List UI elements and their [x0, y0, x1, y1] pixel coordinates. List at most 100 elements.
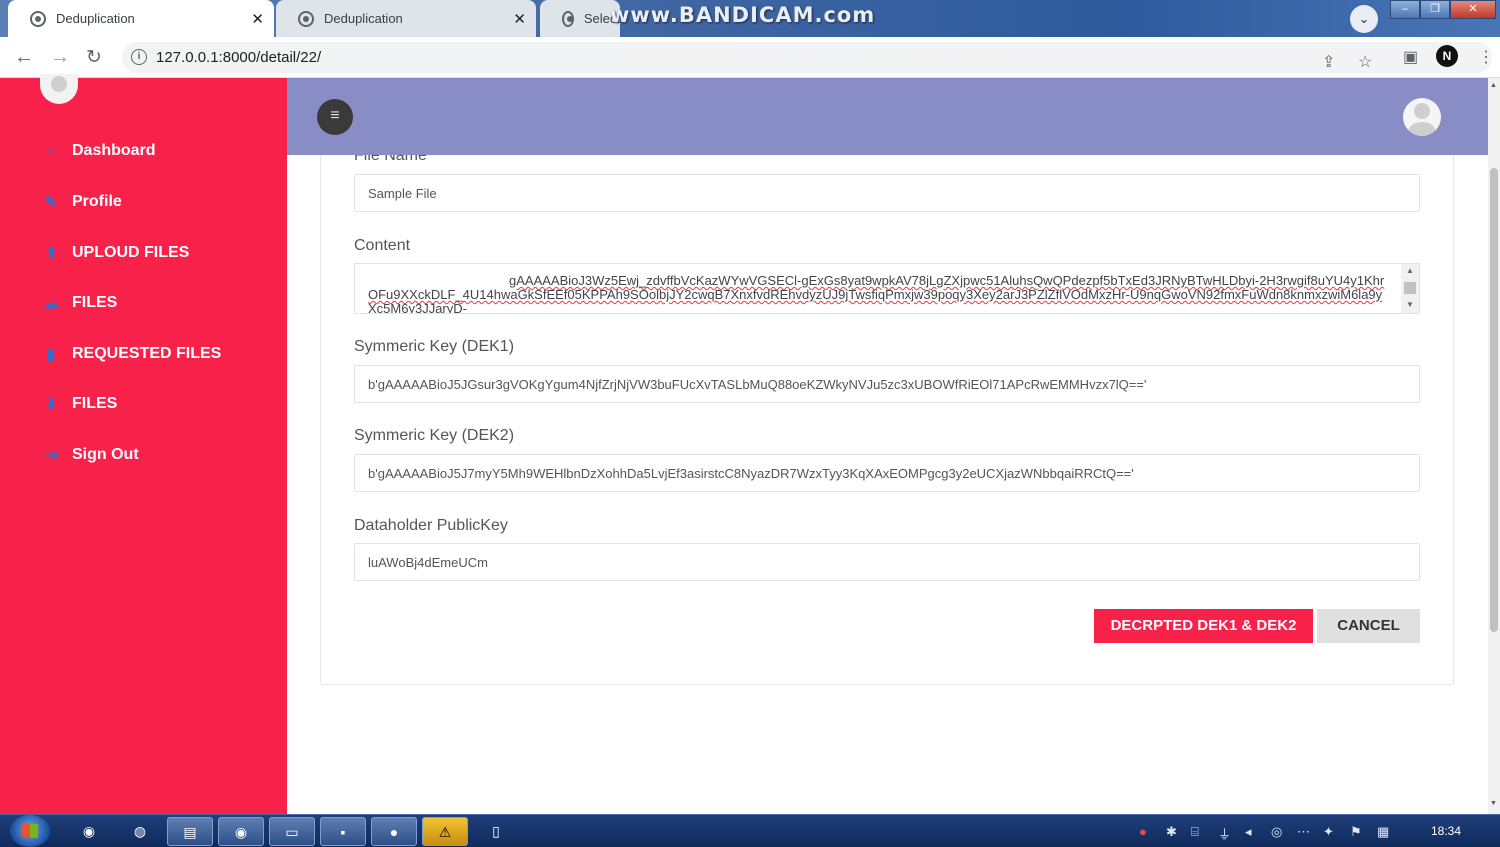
- usb-tray-icon[interactable]: ⏚: [1218, 824, 1231, 843]
- url-omnibox[interactable]: i 127.0.0.1:8000/detail/22/ ⇪ ☆: [122, 42, 1492, 73]
- pencil-icon: ✎: [44, 194, 58, 211]
- flag-tray-icon[interactable]: ⚑: [1350, 824, 1362, 840]
- forward-arrow-icon[interactable]: →: [50, 46, 70, 69]
- hamburger-menu-icon[interactable]: ≡: [317, 99, 353, 135]
- bookmark-star-icon[interactable]: ☆: [1358, 52, 1372, 72]
- dek2-field[interactable]: b'gAAAAABioJ5J7myY5Mh9WEHlbnDzXohhDa5Lvj…: [354, 454, 1420, 492]
- file-icon: ▮: [46, 346, 56, 363]
- content-text: gAAAAABioJ3Wz5Ewj_zdvffbVcKazWYwVGSECl-g…: [368, 273, 1385, 314]
- sidebar-item-download-files[interactable]: ⬇ FILES: [40, 395, 118, 413]
- detail-form-card: [320, 155, 1454, 685]
- scroll-down-icon[interactable]: ▼: [1490, 800, 1497, 807]
- sidebar-item-label: REQUESTED FILES: [72, 345, 222, 362]
- page-scrollbar[interactable]: ▲ ▼: [1488, 78, 1500, 814]
- content-textarea[interactable]: gAAAAABioJ3Wz5Ewj_zdvffbVcKazWYwVGSECl-g…: [354, 263, 1420, 314]
- home-icon: ⌂: [46, 142, 56, 160]
- tab-search-chevron-icon[interactable]: ⌄: [1350, 5, 1378, 33]
- sidebar-item-label: Dashboard: [72, 142, 156, 159]
- dek2-label: Symmeric Key (DEK2): [354, 427, 515, 444]
- page-scroll-thumb[interactable]: [1490, 168, 1498, 632]
- side-panel-icon[interactable]: ▣: [1403, 47, 1418, 67]
- globe-icon: [30, 10, 46, 27]
- sidebar-item-dashboard[interactable]: ⌂ Dashboard: [40, 142, 156, 160]
- scroll-up-icon[interactable]: ▲: [1406, 266, 1414, 275]
- dek1-field[interactable]: b'gAAAAABioJ5JGsur3gVOKgYgum4NjfZrjNjVW3…: [354, 365, 1420, 403]
- close-window-icon[interactable]: ✕: [1450, 0, 1496, 19]
- sidebar-item-label: Profile: [72, 193, 122, 210]
- notepad-taskbar-icon[interactable]: ▤: [167, 817, 213, 846]
- recording-watermark: www.BANDICAM.com: [610, 3, 876, 27]
- tab-title: Deduplication: [56, 11, 135, 26]
- publickey-field[interactable]: luAWoBj4dEmeUCm: [354, 543, 1420, 581]
- sidebar-item-profile[interactable]: ✎ Profile: [40, 193, 122, 211]
- sign-out-icon: ⇥: [44, 447, 58, 464]
- top-header: ≡: [287, 78, 1488, 155]
- display-tray-icon[interactable]: ▦: [1377, 824, 1389, 840]
- sidebar-item-requested-files[interactable]: ▮ REQUESTED FILES: [40, 345, 222, 363]
- bluetooth-tray-icon[interactable]: ✦: [1323, 824, 1334, 840]
- firefox-taskbar-icon[interactable]: ◍: [117, 817, 163, 846]
- sidebar-item-files[interactable]: ☁ FILES: [40, 294, 118, 312]
- globe-icon: [562, 10, 574, 27]
- back-arrow-icon[interactable]: ←: [14, 46, 34, 69]
- file-name-field[interactable]: Sample File: [354, 174, 1420, 212]
- bandicam-taskbar-icon[interactable]: ●: [371, 817, 417, 846]
- sidebar-item-sign-out[interactable]: ⇥ Sign Out: [40, 446, 139, 464]
- volume-tray-icon[interactable]: ◂: [1245, 824, 1252, 840]
- sidebar-avatar: [40, 74, 78, 104]
- sidebar-item-label: Sign Out: [72, 446, 139, 463]
- publickey-label: Dataholder PublicKey: [354, 517, 508, 534]
- document-taskbar-icon[interactable]: ▯: [473, 817, 519, 846]
- browser-tab[interactable]: Select: [540, 0, 620, 37]
- taskbar-clock[interactable]: 18:34: [1431, 824, 1461, 838]
- sidebar-item-label: FILES: [72, 294, 118, 311]
- sidebar-item-upload-files[interactable]: ⬆ UPLOUD FILES: [40, 244, 190, 262]
- start-button[interactable]: [10, 815, 50, 847]
- cmd-taskbar-icon[interactable]: ▪: [320, 817, 366, 846]
- chrome-taskbar-icon[interactable]: ◉: [66, 817, 112, 846]
- signal-tray-icon[interactable]: ⋯: [1297, 824, 1310, 840]
- url-text[interactable]: 127.0.0.1:8000/detail/22/: [156, 49, 321, 66]
- sidebar-item-label: UPLOUD FILES: [72, 244, 190, 261]
- site-info-icon[interactable]: i: [131, 49, 147, 65]
- search-tray-icon[interactable]: ◎: [1271, 824, 1282, 840]
- chrome-menu-icon[interactable]: ⋮: [1478, 47, 1494, 67]
- download-icon: ⬇: [44, 396, 58, 413]
- cancel-button[interactable]: CANCEL: [1317, 609, 1420, 643]
- main-content: File Name Sample File Content gAAAAABioJ…: [287, 155, 1488, 814]
- network-tray-icon[interactable]: ⌸: [1191, 824, 1199, 840]
- cloud-icon: ☁: [43, 295, 59, 312]
- content-label: Content: [354, 237, 411, 254]
- sidebar: ⌂ Dashboard ✎ Profile ⬆ UPLOUD FILES ☁ F…: [0, 74, 287, 814]
- file-name-label: File Name: [354, 155, 427, 164]
- scroll-up-icon[interactable]: ▲: [1490, 82, 1497, 89]
- close-tab-icon[interactable]: ✕: [513, 10, 526, 28]
- record-tray-icon[interactable]: ●: [1139, 824, 1147, 839]
- scroll-down-icon[interactable]: ▼: [1406, 300, 1414, 309]
- upload-icon: ⬆: [44, 245, 58, 262]
- reload-icon[interactable]: ↻: [86, 46, 102, 69]
- dek1-label: Symmeric Key (DEK1): [354, 338, 515, 355]
- globe-icon: [298, 10, 314, 27]
- profile-extension-icon[interactable]: N: [1436, 45, 1458, 67]
- window-controls: – ❐ ✕: [1390, 0, 1496, 19]
- browser-tab-active[interactable]: Deduplication ✕: [8, 0, 274, 37]
- browser-titlebar: Deduplication ✕ Deduplication ✕ Select w…: [0, 0, 1500, 37]
- address-bar: ← → ↻ i 127.0.0.1:8000/detail/22/ ⇪ ☆ ▣ …: [0, 37, 1500, 78]
- textarea-scrollbar[interactable]: ▲ ▼: [1401, 264, 1419, 313]
- chrome-active-taskbar-icon[interactable]: ◉: [218, 817, 264, 846]
- explorer-taskbar-icon[interactable]: ▭: [269, 817, 315, 846]
- app-tray-icon[interactable]: ✱: [1166, 824, 1177, 840]
- browser-tab[interactable]: Deduplication ✕: [276, 0, 536, 37]
- sidebar-item-label: FILES: [72, 395, 118, 412]
- share-icon[interactable]: ⇪: [1322, 52, 1335, 72]
- scroll-thumb[interactable]: [1404, 282, 1416, 294]
- maximize-icon[interactable]: ❐: [1420, 0, 1450, 19]
- close-tab-icon[interactable]: ✕: [251, 10, 264, 28]
- tab-title: Deduplication: [324, 11, 403, 26]
- windows-taskbar: ◉ ◍ ▤ ◉ ▭ ▪ ● ⚠ ▯ ● ✱ ⌸ ⏚ ◂ ◎ ⋯ ✦ ⚑ ▦ 18…: [0, 814, 1500, 847]
- minimize-icon[interactable]: –: [1390, 0, 1420, 19]
- decrypt-button[interactable]: DECRPTED DEK1 & DEK2: [1094, 609, 1313, 643]
- warning-taskbar-icon[interactable]: ⚠: [422, 817, 468, 846]
- user-avatar[interactable]: [1403, 98, 1441, 136]
